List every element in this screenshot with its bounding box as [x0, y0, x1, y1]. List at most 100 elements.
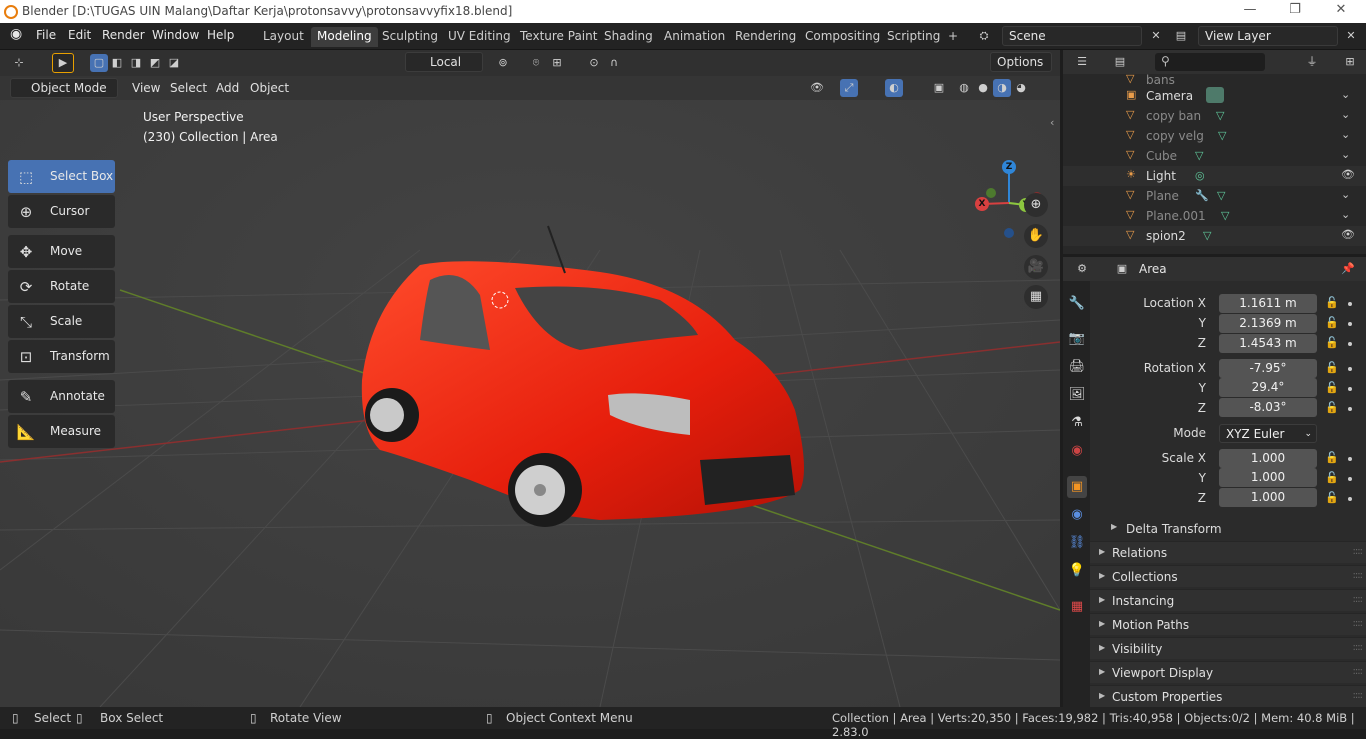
proportional-edit-icon[interactable]: ⊙ — [585, 54, 603, 72]
location-x-field[interactable]: 1.1611 m — [1219, 294, 1317, 313]
delta-transform-panel[interactable]: ▶ Delta Transform — [1103, 519, 1353, 539]
outliner-item[interactable]: ▽ spion2 ▽ 👁 — [1063, 226, 1366, 246]
view-layer-tab-icon[interactable]: 🖼 — [1067, 384, 1087, 406]
modifier-icon[interactable]: 🔧 — [1195, 189, 1209, 202]
mesh-data-icon[interactable]: ▽ — [1195, 149, 1203, 162]
scene-selector[interactable]: Scene — [1002, 26, 1142, 46]
pin-icon[interactable]: 📌 — [1339, 260, 1357, 278]
keyframe-dot[interactable] — [1348, 302, 1352, 306]
physics-tab-icon[interactable]: ◉ — [1067, 504, 1087, 526]
outliner-item[interactable]: ▽ copy ban ▽ ⌄ — [1063, 106, 1366, 126]
world-tab-icon[interactable]: ◉ — [1067, 440, 1087, 462]
select-intersect-icon[interactable]: ◪ — [165, 54, 183, 72]
expand-icon[interactable]: ⌄ — [1341, 128, 1350, 141]
close-icon[interactable]: ✕ — [1331, 2, 1351, 17]
outliner-editor-icon[interactable]: ☰ — [1073, 53, 1091, 71]
eye-icon[interactable]: 👁 — [1341, 168, 1355, 181]
output-tab-icon[interactable]: 🖨 — [1067, 356, 1087, 378]
lock-icon[interactable]: 🔓 — [1325, 471, 1339, 484]
lock-icon[interactable]: 🔓 — [1325, 296, 1339, 309]
lock-icon[interactable]: 🔓 — [1325, 401, 1339, 414]
3d-viewport[interactable]: ⊹ ▶ ▢ ◧ ◨ ◩ ◪ Local ⊚ ⌾ ⊞ ⊙ ∩ Options Ob… — [0, 50, 1060, 707]
keyframe-dot[interactable] — [1348, 322, 1352, 326]
menu-file[interactable]: File — [36, 28, 56, 42]
outliner-item[interactable]: ☀ Light ◎ 👁 — [1063, 166, 1366, 186]
lock-icon[interactable]: 🔓 — [1325, 361, 1339, 374]
expand-icon[interactable]: ⌄ — [1341, 148, 1350, 161]
scene-icon[interactable]: ⛭ — [975, 27, 993, 45]
tab-animation[interactable]: Animation — [658, 27, 731, 47]
tab-modeling[interactable]: Modeling — [311, 27, 378, 47]
filter-icon[interactable]: ⏚ — [1303, 53, 1321, 71]
rotation-y-field[interactable]: 29.4° — [1219, 378, 1317, 397]
material-shading-icon[interactable]: ◑ — [993, 79, 1011, 97]
xray-icon[interactable]: ▣ — [930, 79, 948, 97]
display-mode-icon[interactable]: ▤ — [1111, 53, 1129, 71]
zoom-icon[interactable]: ⊕ — [1024, 193, 1048, 217]
drag-grip-icon[interactable]: :::: — [1353, 618, 1364, 629]
outliner-item[interactable]: ▣ Camera ⌄ — [1063, 86, 1366, 106]
rotation-mode-dropdown[interactable]: XYZ Euler ⌄ — [1219, 424, 1317, 443]
select-extend-icon[interactable]: ◧ — [108, 54, 126, 72]
outliner-item[interactable]: ▽ copy velg ▽ ⌄ — [1063, 126, 1366, 146]
scale-x-field[interactable]: 1.000 — [1219, 449, 1317, 468]
gizmo-neg-z-icon[interactable] — [1004, 228, 1014, 238]
drag-grip-icon[interactable]: :::: — [1353, 666, 1364, 677]
view-layer-icon[interactable]: ▤ — [1172, 27, 1190, 45]
outliner-item[interactable]: ▽ Plane 🔧 ▽ ⌄ — [1063, 186, 1366, 206]
sidebar-toggle-icon[interactable]: ‹ — [1050, 116, 1054, 129]
gizmo-neg-y-icon[interactable] — [986, 188, 996, 198]
lock-icon[interactable]: 🔓 — [1325, 451, 1339, 464]
rendered-shading-icon[interactable]: ◕ — [1012, 79, 1030, 97]
overlay-toggle-icon[interactable]: ◐ — [885, 79, 903, 97]
lock-icon[interactable]: 🔓 — [1325, 381, 1339, 394]
texture-tab-icon[interactable]: ▦ — [1067, 596, 1087, 618]
location-y-field[interactable]: 2.1369 m — [1219, 314, 1317, 333]
mesh-data-icon[interactable]: ▽ — [1217, 189, 1225, 202]
tool-annotate[interactable]: ✎ Annotate — [8, 380, 115, 413]
drag-grip-icon[interactable]: :::: — [1353, 594, 1364, 605]
keyframe-dot[interactable] — [1348, 387, 1352, 391]
select-subtract-icon[interactable]: ◨ — [127, 54, 145, 72]
tab-rendering[interactable]: Rendering — [729, 27, 802, 47]
lock-icon[interactable]: 🔓 — [1325, 336, 1339, 349]
properties-editor-icon[interactable]: ⚙ — [1073, 260, 1091, 278]
drag-grip-icon[interactable]: :::: — [1353, 690, 1364, 701]
mesh-data-icon[interactable]: ▽ — [1218, 129, 1226, 142]
scene-tab-icon[interactable]: ⚗ — [1067, 412, 1087, 434]
drag-grip-icon[interactable]: :::: — [1353, 546, 1364, 557]
perspective-toggle-icon[interactable]: ▦ — [1024, 285, 1048, 309]
expand-icon[interactable]: ⌄ — [1341, 188, 1350, 201]
menu-edit[interactable]: Edit — [68, 28, 91, 42]
select-new-icon[interactable]: ▢ — [90, 54, 108, 72]
mode-dropdown[interactable]: Object Mode — [10, 78, 118, 98]
panel-visibility[interactable]: ▶ Visibility :::: — [1090, 637, 1366, 659]
tool-measure[interactable]: 📐 Measure — [8, 415, 115, 448]
tool-tab-icon[interactable]: 🔧 — [1067, 293, 1087, 315]
expand-icon[interactable]: ⌄ — [1341, 108, 1350, 121]
snap-target-icon[interactable]: ⊞ — [548, 54, 566, 72]
keyframe-dot[interactable] — [1348, 407, 1352, 411]
mesh-data-icon[interactable]: ▽ — [1203, 229, 1211, 242]
remove-view-layer-icon[interactable]: ✕ — [1342, 27, 1360, 45]
remove-scene-icon[interactable]: ✕ — [1147, 27, 1165, 45]
snap-icon[interactable]: ⌾ — [527, 54, 545, 72]
menu-view[interactable]: View — [126, 80, 166, 96]
panel-viewport-display[interactable]: ▶ Viewport Display :::: — [1090, 661, 1366, 683]
tab-layout[interactable]: Layout — [257, 27, 310, 47]
wireframe-shading-icon[interactable]: ◍ — [955, 79, 973, 97]
menu-window[interactable]: Window — [152, 28, 199, 42]
outliner-item[interactable]: ▽ Cube ▽ ⌄ — [1063, 146, 1366, 166]
mesh-data-icon[interactable]: ▽ — [1216, 109, 1224, 122]
panel-instancing[interactable]: ▶ Instancing :::: — [1090, 589, 1366, 611]
keyframe-dot[interactable] — [1348, 342, 1352, 346]
rotation-z-field[interactable]: -8.03° — [1219, 398, 1317, 417]
gizmo-toggle-icon[interactable]: ⤢ — [840, 79, 858, 97]
drag-grip-icon[interactable]: :::: — [1353, 642, 1364, 653]
panel-collections[interactable]: ▶ Collections :::: — [1090, 565, 1366, 587]
select-mode-icon[interactable]: ▶ — [52, 53, 74, 73]
panel-relations[interactable]: ▶ Relations :::: — [1090, 541, 1366, 563]
panel-motion-paths[interactable]: ▶ Motion Paths :::: — [1090, 613, 1366, 635]
tab-texture-paint[interactable]: Texture Paint — [514, 27, 603, 47]
tab-sculpting[interactable]: Sculpting — [376, 27, 444, 47]
